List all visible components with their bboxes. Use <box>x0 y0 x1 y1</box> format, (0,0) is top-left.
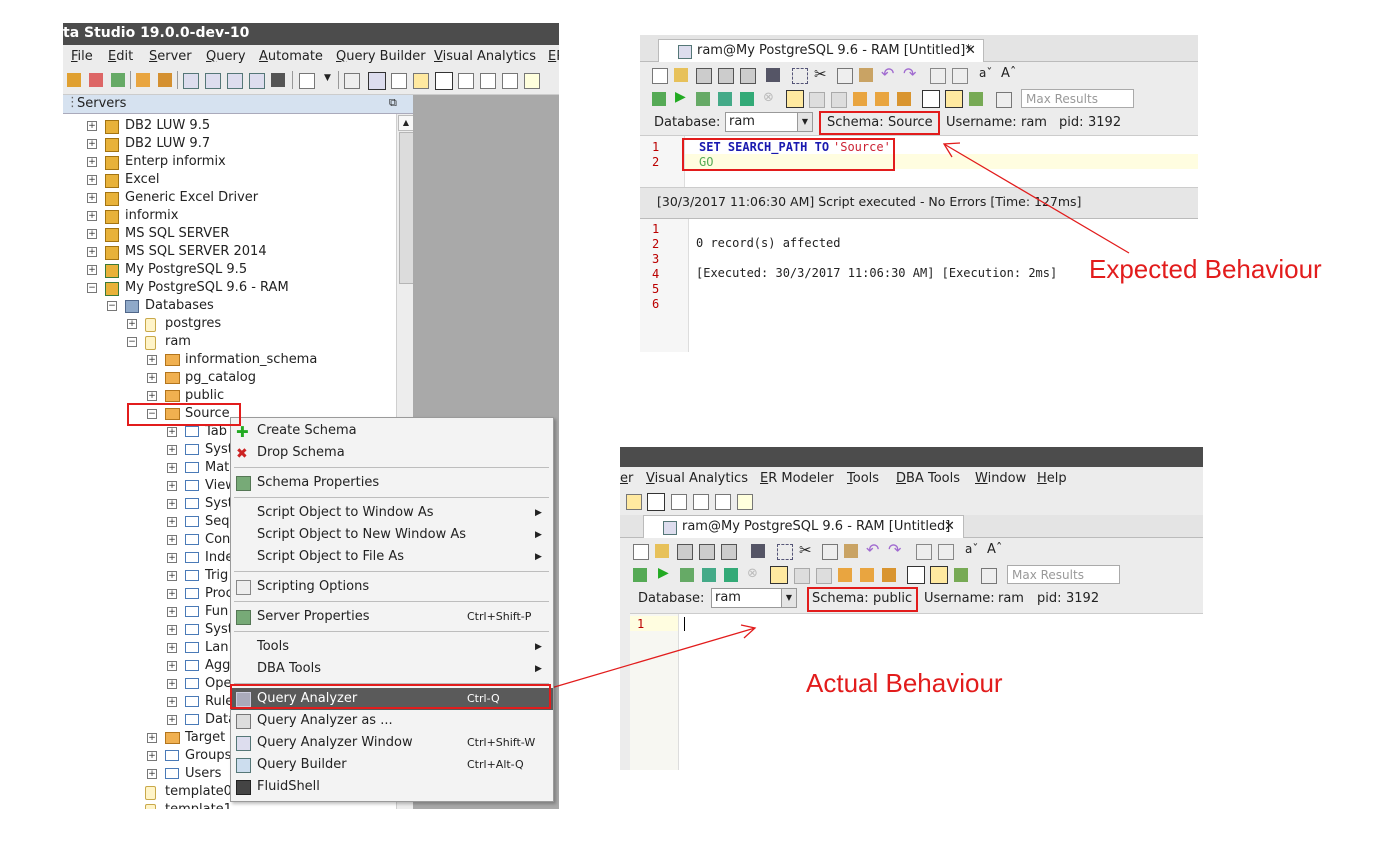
server-properties-icon <box>236 610 251 625</box>
actual-arrow-line <box>550 627 756 689</box>
query-analyzer-window-icon <box>236 736 251 751</box>
menu-item-server-properties[interactable]: Server Properties Ctrl+Shift-P <box>231 606 553 628</box>
menu-item-label: Query Analyzer as ... <box>257 713 393 728</box>
menu-separator <box>234 601 549 602</box>
menu-item-label: Query Builder <box>257 757 347 772</box>
menu-item-fluidshell[interactable]: FluidShell <box>231 776 553 798</box>
menu-item-shortcut: Ctrl+Shift-W <box>467 736 536 749</box>
menu-separator <box>234 631 549 632</box>
terminal-icon <box>236 780 251 795</box>
submenu-arrow-icon: ▶ <box>535 508 542 518</box>
menu-item-label: Schema Properties <box>257 475 380 490</box>
menu-item-tools[interactable]: Tools ▶ <box>231 636 553 658</box>
menu-item-label: Scripting Options <box>257 579 370 594</box>
query-builder-icon <box>236 758 251 773</box>
menu-separator <box>234 571 549 572</box>
menu-item-script-to-file[interactable]: Script Object to File As ▶ <box>231 546 553 568</box>
menu-item-label: Query Analyzer Window <box>257 735 413 750</box>
menu-separator <box>234 467 549 468</box>
submenu-arrow-icon: ▶ <box>535 664 542 674</box>
menu-item-schema-properties[interactable]: Schema Properties <box>231 472 553 494</box>
menu-item-label: Script Object to File As <box>257 549 405 564</box>
menu-item-label: Create Schema <box>257 423 357 438</box>
menu-item-label: FluidShell <box>257 779 320 794</box>
menu-item-shortcut: Ctrl+Alt-Q <box>467 758 524 771</box>
drop-icon: ✖ <box>236 446 248 462</box>
menu-separator <box>234 497 549 498</box>
menu-item-query-analyzer-as[interactable]: Query Analyzer as ... <box>231 710 553 732</box>
actual-schema-highlight-box <box>807 587 918 612</box>
menu-item-scripting-options[interactable]: Scripting Options <box>231 576 553 598</box>
menu-item-shortcut: Ctrl+Shift-P <box>467 610 532 623</box>
properties-icon <box>236 476 251 491</box>
submenu-arrow-icon: ▶ <box>535 642 542 652</box>
submenu-arrow-icon: ▶ <box>535 552 542 562</box>
menu-item-script-to-new-window[interactable]: Script Object to New Window As ▶ <box>231 524 553 546</box>
query-analyzer-highlight-box <box>230 684 551 709</box>
submenu-arrow-icon: ▶ <box>535 530 542 540</box>
menu-item-query-builder[interactable]: Query Builder Ctrl+Alt-Q <box>231 754 553 776</box>
menu-item-label: DBA Tools <box>257 661 321 676</box>
menu-item-create-schema[interactable]: ✚ Create Schema <box>231 420 553 442</box>
menu-item-query-analyzer-window[interactable]: Query Analyzer Window Ctrl+Shift-W <box>231 732 553 754</box>
menu-item-label: Drop Schema <box>257 445 345 460</box>
scripting-options-icon <box>236 580 251 595</box>
expected-code-highlight-box <box>682 138 895 171</box>
expected-arrow-line <box>943 143 1130 254</box>
menu-item-label: Tools <box>257 639 290 654</box>
menu-item-label: Script Object to New Window As <box>257 527 467 542</box>
menu-item-drop-schema[interactable]: ✖ Drop Schema <box>231 442 553 464</box>
menu-item-label: Server Properties <box>257 609 370 624</box>
source-highlight-box <box>127 403 241 426</box>
menu-item-dba-tools[interactable]: DBA Tools ▶ <box>231 658 553 680</box>
menu-item-label: Script Object to Window As <box>257 505 434 520</box>
context-menu: ✚ Create Schema ✖ Drop Schema Schema Pro… <box>230 417 554 802</box>
expected-schema-highlight-box <box>819 111 940 135</box>
menu-item-script-to-window[interactable]: Script Object to Window As ▶ <box>231 502 553 524</box>
query-analyzer-as-icon <box>236 714 251 729</box>
